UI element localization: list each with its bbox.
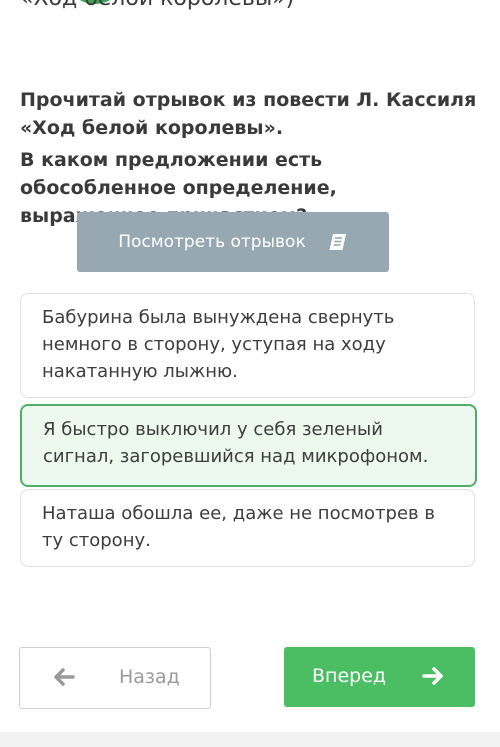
next-button[interactable]: Вперед (284, 647, 475, 707)
back-button-label: Назад (119, 666, 180, 688)
arrow-right-icon (422, 666, 444, 691)
arrow-left-icon (53, 667, 75, 692)
back-button[interactable]: Назад (19, 647, 211, 709)
task-instruction: Прочитай отрывок из повести Л. Кассиля «… (20, 89, 477, 139)
answer-option-text: Я быстро выключил у себя зеленый сигнал,… (43, 419, 429, 467)
answer-option-3[interactable]: Наташа обошла ее, даже не посмотрев в ту… (20, 489, 475, 567)
book-icon (328, 233, 348, 251)
view-excerpt-button[interactable]: Посмотреть отрывок (77, 212, 389, 272)
bottom-bar (0, 732, 500, 747)
answer-option-text: Наташа обошла ее, даже не посмотрев в ту… (42, 503, 435, 551)
answer-option-2-selected[interactable]: Я быстро выключил у себя зеленый сигнал,… (20, 404, 477, 487)
next-button-label: Вперед (312, 665, 387, 687)
view-excerpt-label: Посмотреть отрывок (118, 232, 306, 252)
answer-option-text: Бабурина была вынуждена свернуть немного… (42, 307, 395, 382)
cut-off-title: «Ход белой королевы») (20, 0, 294, 11)
answer-option-1[interactable]: Бабурина была вынуждена свернуть немного… (20, 293, 475, 398)
